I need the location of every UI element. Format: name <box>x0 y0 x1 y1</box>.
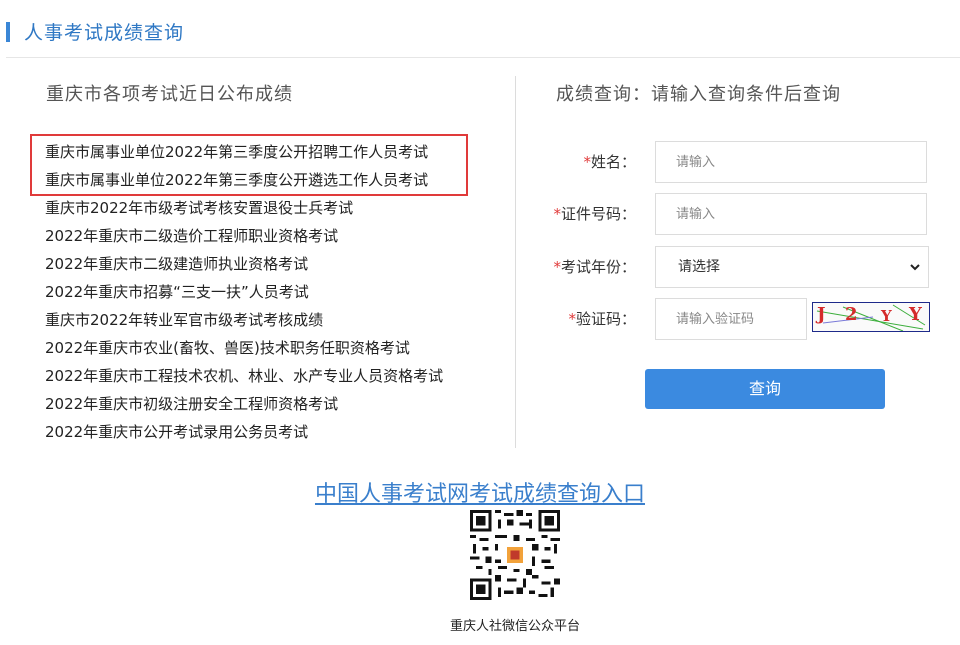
required-mark: * <box>553 258 561 276</box>
captcha-char: Y <box>881 307 892 325</box>
exam-link[interactable]: 2022年重庆市农业(畜牧、兽医)技术职务任职资格考试 <box>45 336 443 364</box>
id-number-input[interactable] <box>655 193 927 235</box>
wechat-qr-code <box>470 510 560 600</box>
name-label: *姓名： <box>583 153 636 171</box>
exam-year-select[interactable]: 请选择 <box>655 246 929 288</box>
exam-link[interactable]: 2022年重庆市招募“三支一扶”人员考试 <box>45 280 443 308</box>
captcha-image[interactable]: J 2 Y Y <box>812 302 930 332</box>
required-mark: * <box>583 153 591 171</box>
id-label: *证件号码： <box>553 205 636 223</box>
header-accent-bar <box>6 22 10 42</box>
qr-caption: 重庆人社微信公众平台 <box>449 619 580 634</box>
recent-results-title: 重庆市各项考试近日公布成绩 <box>46 84 293 105</box>
captcha-char: Y <box>909 304 922 325</box>
captcha-label: *验证码： <box>568 310 636 328</box>
exam-link[interactable]: 重庆市2022年转业军官市级考试考核成绩 <box>45 308 443 336</box>
captcha-char: J <box>817 304 826 325</box>
recent-results-panel: 重庆市各项考试近日公布成绩 重庆市属事业单位2022年第三季度公开招聘工作人员考… <box>0 58 515 448</box>
exam-link[interactable]: 2022年重庆市初级注册安全工程师资格考试 <box>45 392 443 420</box>
cpta-portal-link[interactable]: 中国人事考试网考试成绩查询入口 <box>0 476 960 508</box>
required-mark: * <box>568 310 576 328</box>
exam-link[interactable]: 2022年重庆市二级造价工程师职业资格考试 <box>45 224 443 252</box>
exam-list: 重庆市属事业单位2022年第三季度公开招聘工作人员考试 重庆市属事业单位2022… <box>45 140 443 448</box>
query-title: 成绩查询：请输入查询条件后查询 <box>556 84 841 105</box>
query-button[interactable]: 查询 <box>645 369 885 409</box>
exam-year-label: *考试年份： <box>553 258 636 276</box>
page-title: 人事考试成绩查询 <box>24 22 185 44</box>
exam-link[interactable]: 重庆市属事业单位2022年第三季度公开遴选工作人员考试 <box>45 168 443 196</box>
exam-link[interactable]: 2022年重庆市工程技术农机、林业、水产专业人员资格考试 <box>45 364 443 392</box>
name-input[interactable] <box>655 141 927 183</box>
score-query-panel: 成绩查询：请输入查询条件后查询 *姓名： *证件号码： *考试年份： 请选择 *… <box>516 58 960 448</box>
exam-link[interactable]: 重庆市属事业单位2022年第三季度公开招聘工作人员考试 <box>45 140 443 168</box>
captcha-input[interactable] <box>655 298 807 340</box>
captcha-char: 2 <box>845 304 858 325</box>
exam-link[interactable]: 2022年重庆市二级建造师执业资格考试 <box>45 252 443 280</box>
page-header: 人事考试成绩查询 <box>0 0 960 58</box>
required-mark: * <box>553 205 561 223</box>
exam-link[interactable]: 2022年重庆市公开考试录用公务员考试 <box>45 420 443 448</box>
exam-link[interactable]: 重庆市2022年市级考试考核安置退役士兵考试 <box>45 196 443 224</box>
